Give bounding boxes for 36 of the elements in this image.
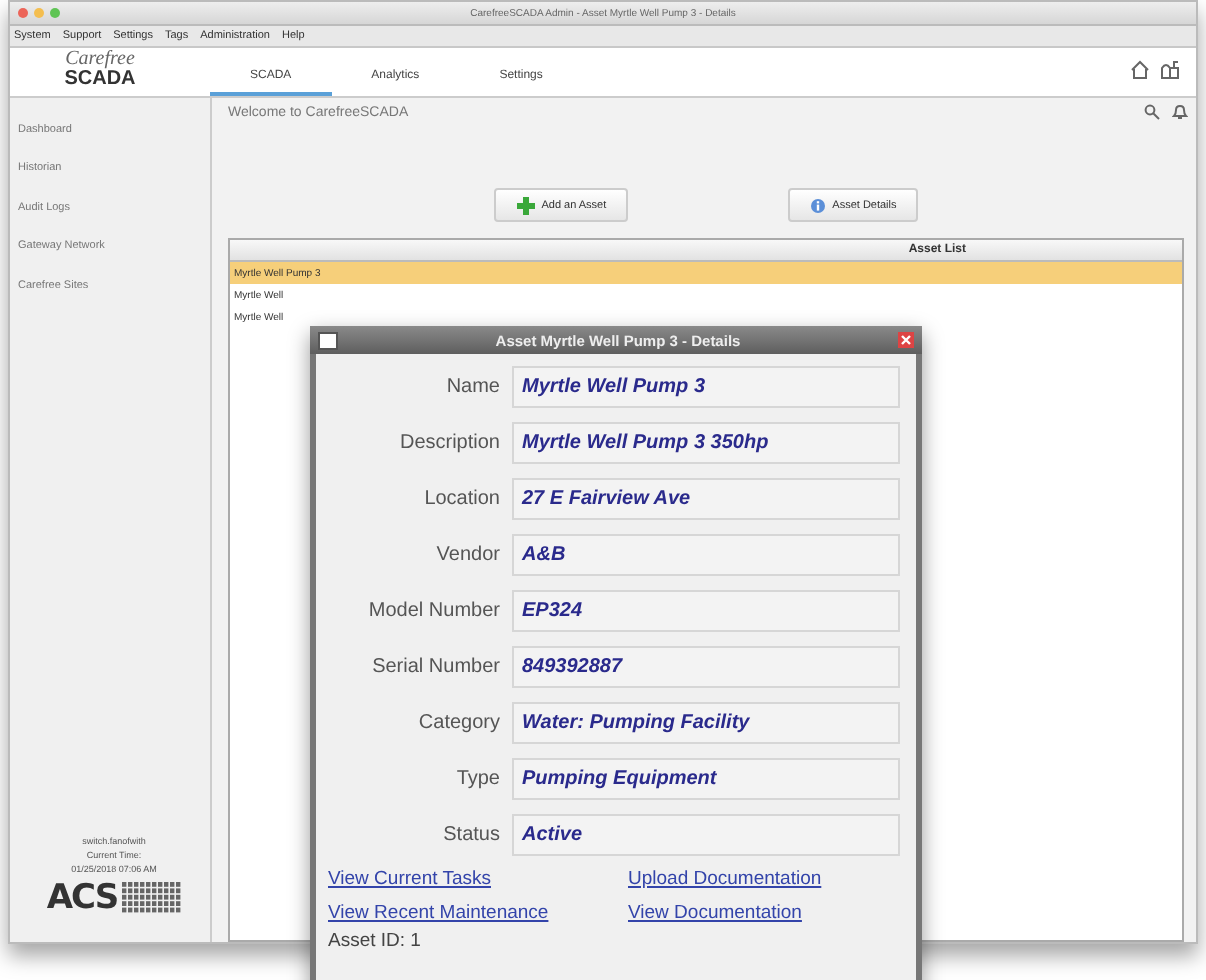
field-label: Type (456, 768, 500, 790)
logo-script: Carefree (65, 50, 135, 70)
close-icon (900, 334, 912, 346)
logo-wordmark: SCADA (64, 70, 136, 90)
dot-grid-icon (121, 882, 182, 914)
brand-logo: ACS (46, 878, 118, 918)
window-menu-icon[interactable] (318, 331, 338, 349)
field-value: Myrtle Well Pump 3 (512, 366, 900, 408)
link[interactable]: View Current Tasks (328, 868, 491, 890)
field-label: Description (399, 432, 500, 454)
plus-icon (515, 195, 536, 215)
bell-icon[interactable] (1172, 104, 1188, 120)
info-icon (810, 197, 827, 213)
field-value: 27 E Fairview Ave (512, 478, 900, 520)
field-value: EP324 (512, 590, 900, 632)
search-icon[interactable] (1144, 104, 1160, 120)
home-icon[interactable] (1130, 60, 1150, 80)
link[interactable]: View Recent Maintenance (328, 902, 549, 924)
close-button[interactable] (898, 332, 914, 348)
field-value: Pumping Equipment (512, 758, 900, 800)
link[interactable]: View Documentation (628, 902, 802, 924)
field-label: Vendor (436, 544, 500, 566)
field-value: Myrtle Well Pump 3 350hp (512, 422, 900, 464)
mailbox-icon[interactable] (1160, 60, 1180, 80)
field-label: Model Number (368, 600, 500, 622)
field-label: Category (418, 712, 500, 734)
field-value: Active (512, 814, 900, 856)
field-value: 849392887 (512, 646, 900, 688)
field-value: A&B (512, 534, 900, 576)
link[interactable]: Upload Documentation (628, 868, 822, 890)
field-label: Name (446, 376, 500, 398)
field-label: Serial Number (372, 656, 500, 678)
field-value: Water: Pumping Facility (512, 702, 900, 744)
field-label: Status (443, 824, 500, 846)
asset-id: Asset ID: 1 (328, 930, 421, 952)
field-label: Location (424, 488, 500, 510)
